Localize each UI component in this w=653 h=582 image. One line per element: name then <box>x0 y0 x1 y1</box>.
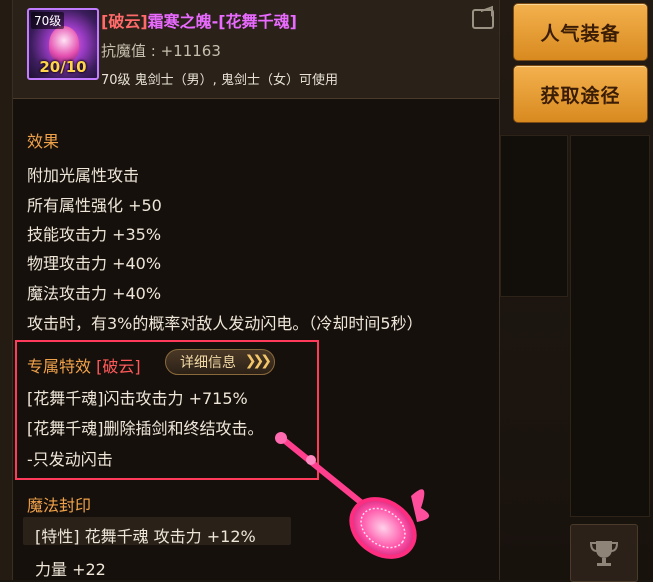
item-header: 70级 20/10 [破云]霜寒之魄-[花舞千魂] 抗魔值 : +11163 7… <box>13 0 499 99</box>
bg-panel <box>500 135 568 297</box>
double-chevron-right-icon: ❯❯❯ <box>244 353 272 369</box>
detail-info-button[interactable]: 详细信息 ❯❯❯ <box>165 349 275 375</box>
exclusive-line: [花舞千魂]闪击攻击力 +715% <box>27 389 248 408</box>
usable-class-line: 70级 鬼剑士（男）, 鬼剑士（女）可使用 <box>101 73 338 88</box>
magic-seal-line: 力量 +22 <box>35 560 106 579</box>
detail-info-label: 详细信息 <box>180 355 236 371</box>
effects-title: 效果 <box>27 132 60 151</box>
resist-value: +11163 <box>160 42 221 60</box>
racket-weapon-icon <box>275 432 430 559</box>
effect-line: 技能攻击力 +35% <box>27 225 162 244</box>
effect-line: 附加光属性攻击 <box>27 166 140 185</box>
effect-line: 攻击时，有3%的概率对敌人发动闪电。（冷却时间5秒） <box>27 314 423 333</box>
item-icon: 70级 20/10 <box>27 8 99 80</box>
resist-line: 抗魔值 : +11163 <box>101 40 221 61</box>
exclusive-effect-title: 专属特效 [破云] <box>27 353 141 377</box>
magic-seal-line: [特性] 花舞千魂 攻击力 +12% <box>35 527 256 546</box>
item-count: 20/10 <box>39 58 87 76</box>
exclusive-tag: [破云] <box>96 357 141 376</box>
item-art <box>49 26 79 62</box>
item-tooltip: 70级 20/10 [破云]霜寒之魄-[花舞千魂] 抗魔值 : +11163 7… <box>12 0 500 580</box>
magic-seal-title: 魔法封印 <box>27 496 92 515</box>
effect-line: 魔法攻击力 +40% <box>27 284 162 303</box>
item-name-main: 霜寒之魄-[花舞千魂] <box>147 12 297 31</box>
popular-equipment-button[interactable]: 人气装备 <box>513 3 648 61</box>
resist-label: 抗魔值 : <box>101 42 161 60</box>
trophy-button[interactable] <box>570 524 638 582</box>
effect-line: 物理攻击力 +40% <box>27 254 162 273</box>
item-name-prefix: [破云] <box>101 12 148 31</box>
trophy-icon <box>589 541 619 566</box>
item-name: [破云]霜寒之魄-[花舞千魂] <box>101 8 297 32</box>
item-level-tag: 70级 <box>31 12 65 29</box>
exclusive-line: [花舞千魂]删除插剑和终结攻击。 <box>27 419 264 438</box>
exclusive-title-text: 专属特效 <box>27 357 92 376</box>
share-icon[interactable] <box>472 9 494 29</box>
exclusive-line: -只发动闪击 <box>27 450 113 469</box>
effect-line: 所有属性强化 +50 <box>27 196 162 215</box>
obtain-route-button[interactable]: 获取途径 <box>513 65 648 123</box>
bg-panel <box>570 135 650 517</box>
